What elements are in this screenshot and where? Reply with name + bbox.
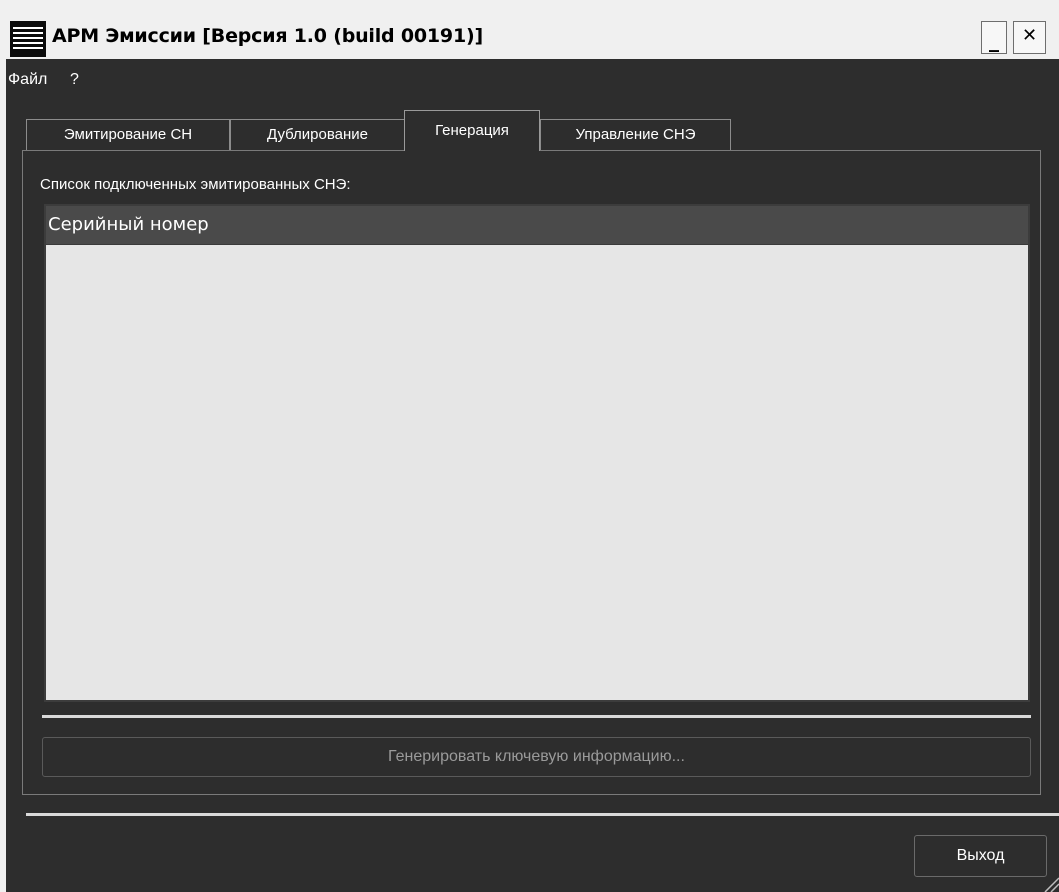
exit-button[interactable]: Выход xyxy=(914,835,1047,877)
resize-grip-icon[interactable] xyxy=(1041,874,1059,892)
window-title: АРМ Эмиссии [Версия 1.0 (build 00191)] xyxy=(52,25,483,47)
title-bar[interactable]: АРМ Эмиссии [Версия 1.0 (build 00191)] _… xyxy=(6,9,1059,59)
close-button[interactable]: ✕ xyxy=(1013,21,1046,54)
generate-key-info-button[interactable]: Генерировать ключевую информацию... xyxy=(42,737,1031,777)
table-header[interactable]: Серийный номер xyxy=(46,206,1028,245)
tab-emission-sn[interactable]: Эмитирование СН xyxy=(26,119,230,150)
tab-sne-management[interactable]: Управление СНЭ xyxy=(540,119,731,150)
connected-sne-list-label: Список подключенных эмитированных СНЭ: xyxy=(40,176,351,193)
app-window: АРМ Эмиссии [Версия 1.0 (build 00191)] _… xyxy=(6,9,1059,892)
separator-line xyxy=(26,813,1059,816)
separator-line xyxy=(42,715,1031,718)
tab-generation[interactable]: Генерация xyxy=(404,110,540,151)
connected-sne-table[interactable]: Серийный номер xyxy=(44,204,1030,702)
column-header-serial-number[interactable]: Серийный номер xyxy=(48,214,209,235)
minimize-button[interactable]: _ xyxy=(981,21,1007,54)
menu-help[interactable]: ? xyxy=(70,71,79,89)
menu-lines-icon[interactable] xyxy=(10,21,46,57)
menu-file[interactable]: Файл xyxy=(8,71,47,89)
tab-duplication[interactable]: Дублирование xyxy=(230,119,405,150)
